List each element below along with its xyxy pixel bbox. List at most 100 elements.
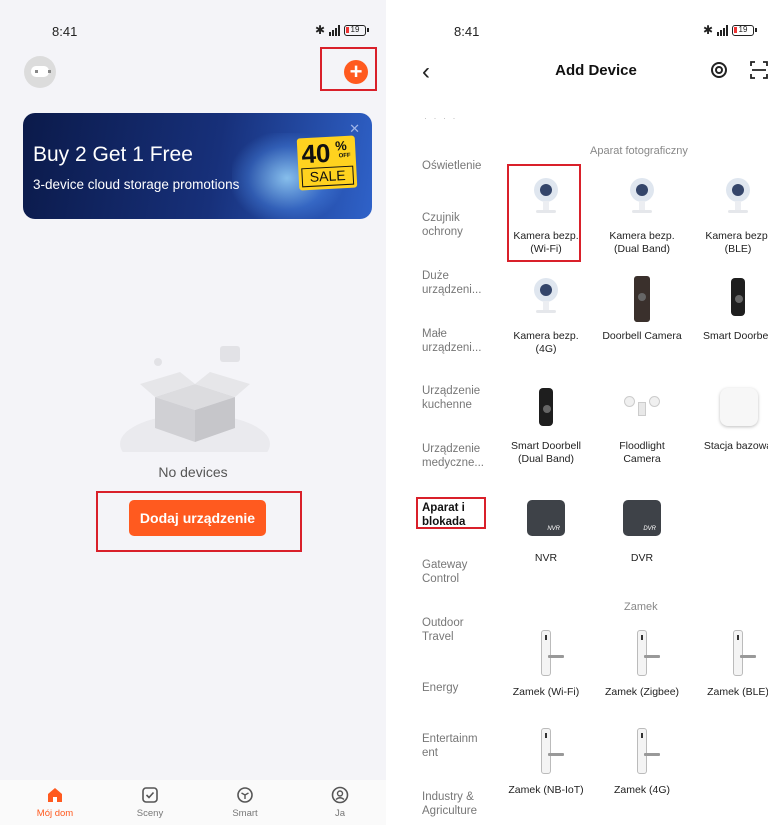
device-tile[interactable]: Kamera bezp. (Dual Band) (602, 172, 682, 256)
promo-banner[interactable]: Buy 2 Get 1 Free 3-device cloud storage … (23, 113, 372, 219)
device-tile[interactable]: Doorbell Camera (602, 272, 682, 343)
device-label: Doorbell Camera (602, 330, 682, 342)
check-square-icon (142, 787, 158, 803)
device-tile[interactable]: Kamera bezp. (BLE) (698, 172, 768, 256)
category-item[interactable]: Energy (422, 681, 498, 695)
tab-scenes[interactable]: Sceny (120, 786, 180, 819)
device-tile[interactable]: Zamek (NB-IoT) (506, 726, 586, 797)
highlight-plus-button (320, 47, 377, 91)
nvr-icon: NVR (516, 494, 576, 548)
device-tile[interactable]: Zamek (4G) (602, 726, 682, 797)
lock-icon (708, 628, 768, 682)
device-label: Kamera bezp. (BLE) (705, 230, 768, 255)
dvr-badge: DVR (643, 526, 656, 532)
device-tile[interactable]: Floodlight Camera (602, 382, 682, 466)
floodlight-icon (612, 382, 672, 436)
empty-box-illustration (120, 346, 270, 452)
signal-icon (717, 24, 728, 36)
category-item[interactable]: Oświetlenie (422, 159, 498, 173)
tab-me-label: Ja (334, 808, 346, 819)
bluetooth-icon: ✱ (314, 23, 325, 37)
device-label: Zamek (Zigbee) (604, 686, 680, 698)
device-label: Smart Doorbell (Dual Band) (510, 440, 582, 465)
highlight-active-category (416, 497, 486, 529)
device-label: Smart Doorbell (702, 330, 768, 342)
section-title-camera: Aparat fotograficzny (590, 145, 688, 157)
badge-sale: SALE (301, 165, 355, 188)
highlight-add-device-button (96, 491, 302, 552)
device-tile[interactable]: Zamek (Wi-Fi) (506, 628, 586, 699)
dvr-icon: DVR (612, 494, 672, 548)
qr-scan-icon[interactable] (750, 61, 768, 79)
doorbell-icon (516, 382, 576, 436)
device-tile[interactable]: Kamera bezp. (4G) (506, 272, 586, 356)
category-item[interactable]: Urządzenie medyczne... (422, 442, 490, 470)
device-label: Kamera bezp. (Dual Band) (609, 230, 675, 255)
empty-state-text: No devices (158, 464, 228, 480)
device-label: NVR (534, 552, 558, 564)
status-icons: ✱ 19 (314, 23, 369, 37)
device-tile[interactable]: Smart Doorbell (698, 272, 768, 343)
lock-icon (516, 726, 576, 780)
battery-icon: 19 (344, 24, 369, 36)
device-label: Zamek (BLE) (707, 686, 768, 698)
lock-icon (612, 726, 672, 780)
category-item[interactable]: Entertainm ent (422, 732, 486, 760)
device-label: DVR (630, 552, 654, 564)
bottom-tab-bar: Mój dom Sceny Smart Ja (0, 780, 386, 825)
home-avatar[interactable] (24, 56, 56, 88)
device-tile[interactable]: NVR NVR (506, 494, 586, 565)
camera-icon (516, 272, 576, 326)
camera-icon (612, 172, 672, 226)
category-item[interactable]: Industry & Agriculture (422, 790, 486, 818)
banner-headline: Buy 2 Get 1 Free (33, 143, 193, 166)
auto-scan-icon[interactable] (710, 61, 728, 79)
status-bar: 8:41 ✱ 19 (404, 22, 768, 42)
category-item[interactable]: Gateway Control (422, 558, 482, 586)
tab-home[interactable]: Mój dom (25, 786, 85, 819)
category-item[interactable]: Duże urządzeni... (422, 269, 490, 297)
doorbell-icon (612, 272, 672, 326)
device-label: Kamera bezp. (4G) (513, 330, 579, 355)
signal-icon (329, 24, 340, 36)
device-label: Floodlight Camera (619, 440, 665, 465)
device-tile[interactable]: Zamek (BLE) (698, 628, 768, 699)
status-bar: 8:41 ✱ 19 (0, 22, 386, 42)
tab-scenes-label: Sceny (136, 808, 164, 819)
tab-me[interactable]: Ja (310, 786, 370, 819)
badge-percent: 40 (300, 137, 332, 170)
status-icons: ✱ 19 (702, 23, 757, 37)
section-title-lock: Zamek (624, 601, 658, 613)
user-icon (331, 786, 349, 804)
lock-icon (516, 628, 576, 682)
add-device-screen: 8:41 ✱ 19 ‹ Add Device · · · · Oświetlen… (404, 0, 768, 825)
category-item[interactable]: Urządzenie kuchenne (422, 384, 488, 412)
device-label: Zamek (4G) (613, 784, 670, 796)
status-time: 8:41 (52, 24, 78, 39)
tab-smart-label: Smart (232, 808, 258, 819)
device-tile[interactable]: Zamek (Zigbee) (602, 628, 682, 699)
badge-off: OFF (338, 152, 351, 160)
camera-icon (708, 172, 768, 226)
cube-icon (237, 787, 253, 803)
home-screen: 8:41 ✱ 19 + Buy 2 Get 1 Free 3-device cl… (0, 0, 386, 825)
device-tile[interactable]: Stacja bazowa (698, 382, 768, 453)
lock-icon (612, 628, 672, 682)
doorbell-icon (708, 272, 768, 326)
category-item[interactable]: Czujnik ochrony (422, 211, 480, 239)
bluetooth-icon: ✱ (702, 23, 713, 37)
device-tile[interactable]: DVR DVR (602, 494, 682, 565)
hub-icon (708, 382, 768, 436)
tab-smart[interactable]: Smart (215, 786, 275, 819)
battery-icon: 19 (732, 24, 757, 36)
category-item[interactable]: Małe urządzeni... (422, 327, 490, 355)
scroll-cutoff-text: · · · · (424, 113, 458, 123)
device-tile[interactable]: Smart Doorbell (Dual Band) (506, 382, 586, 466)
device-label: Zamek (Wi-Fi) (512, 686, 580, 698)
device-label: Stacja bazowa (703, 440, 768, 452)
status-time: 8:41 (454, 24, 480, 39)
close-icon[interactable]: ✕ (349, 121, 360, 137)
highlight-device-wifi-camera (507, 164, 581, 262)
category-item[interactable]: Outdoor Travel (422, 616, 482, 644)
device-label: Zamek (NB-IoT) (508, 784, 584, 796)
